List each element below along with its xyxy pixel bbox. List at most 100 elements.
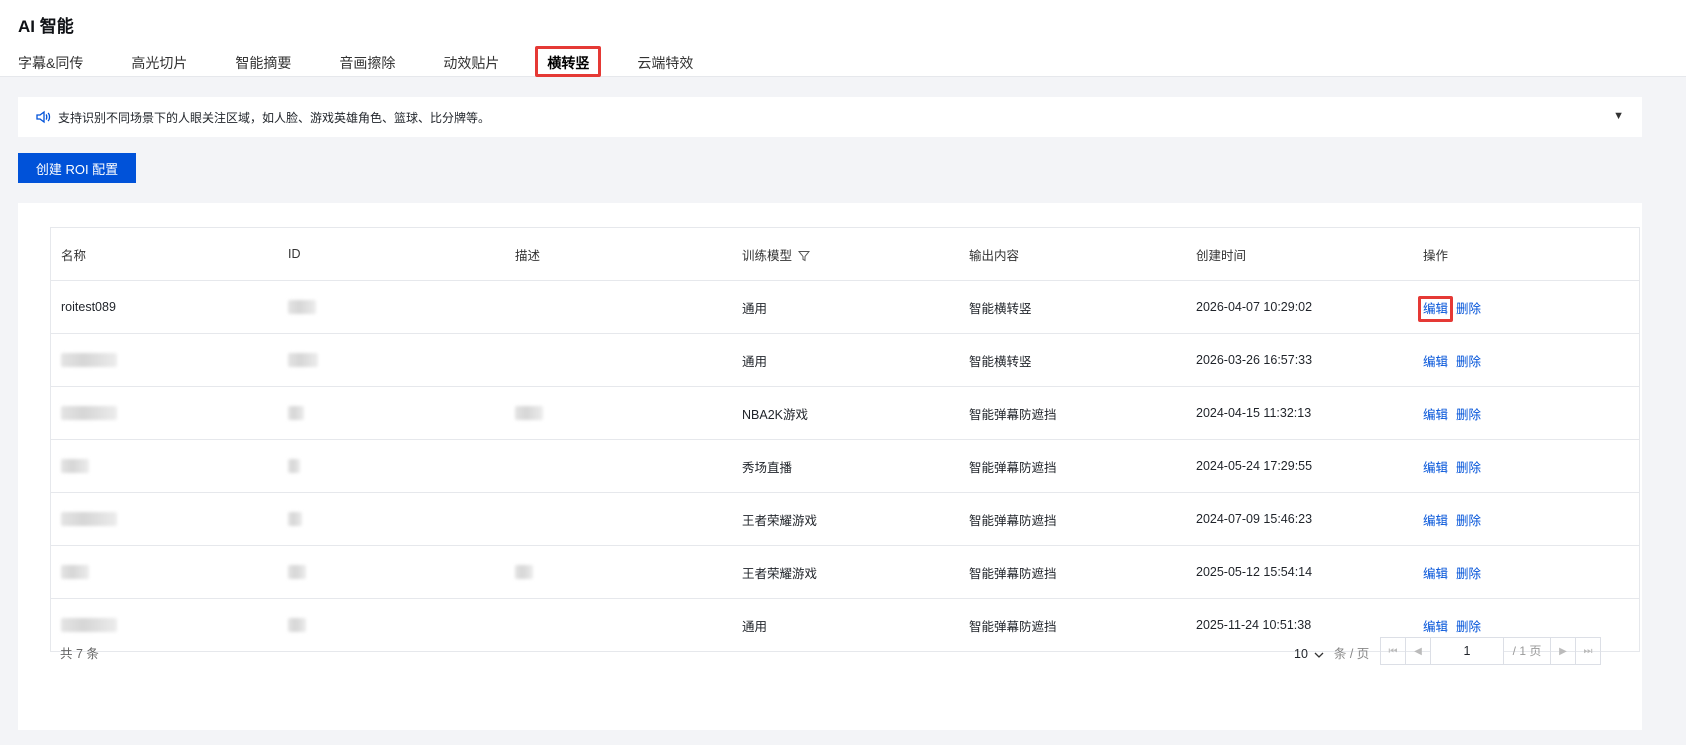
cell-actions: 编辑 删除 [1413,333,1640,387]
cell-model: 王者荣耀游戏 [732,492,959,546]
cell-created: 2026-04-07 10:29:02 [1186,280,1413,334]
redacted-id [288,459,300,474]
cell-description [505,333,732,387]
chevron-down-icon[interactable] [1311,647,1324,661]
next-page-icon[interactable]: ▶ [1551,638,1576,664]
cell-name [50,386,278,440]
notice-banner: 支持识别不同场景下的人眼关注区域，如人脸、游戏英雄角色、篮球、比分牌等。 ▼ [18,97,1642,137]
redacted-id [288,512,302,527]
edit-link[interactable]: 编辑 [1423,408,1448,422]
tab-highlight-clip[interactable]: 高光切片 [131,50,187,76]
pager: ⏮ ◀ / 1 页 ▶ ⏭ [1380,637,1601,665]
cell-actions: 编辑 删除 [1413,492,1640,546]
table-row: roitest089 通用 智能横转竖 2026-04-07 10:29:02 … [50,280,1640,334]
pagination-bar: 共 7 条 10 条 / 页 ⏮ ◀ / 1 页 ▶ ⏭ [50,633,1640,667]
last-page-icon[interactable]: ⏭ [1576,638,1600,664]
page-size-unit: 条 / 页 [1333,647,1370,661]
tab-animated-sticker[interactable]: 动效贴片 [443,50,499,76]
column-header-id: ID [278,227,505,281]
cell-output: 智能弹幕防遮挡 [959,545,1186,599]
page-number-input[interactable] [1431,638,1504,664]
cell-created: 2024-07-09 15:46:23 [1186,492,1413,546]
column-header-description: 描述 [505,227,732,281]
edit-link[interactable]: 编辑 [1423,514,1448,528]
cell-output: 智能横转竖 [959,333,1186,387]
delete-link[interactable]: 删除 [1456,620,1481,634]
cell-actions: 编辑 删除 [1413,386,1640,440]
edit-link[interactable]: 编辑 [1423,461,1448,475]
redacted-name [61,512,117,527]
table-row: 秀场直播 智能弹幕防遮挡 2024-05-24 17:29:55 编辑 删除 [50,439,1640,493]
cell-description [505,545,732,599]
roi-config-table: 名称 ID 描述 训练模型 输出内容 创建时间 操作 roitest089 通用… [50,227,1640,652]
total-pages: / 1 页 [1504,638,1551,664]
cell-description [505,280,732,334]
edit-link[interactable]: 编辑 [1423,355,1448,369]
redacted-name [61,406,117,421]
first-page-icon[interactable]: ⏮ [1381,638,1406,664]
delete-link[interactable]: 删除 [1456,461,1481,475]
cell-id [278,439,505,493]
column-header-model: 训练模型 [732,227,959,281]
column-header-name: 名称 [50,227,278,281]
redacted-description [515,406,543,421]
cell-created: 2024-04-15 11:32:13 [1186,386,1413,440]
redacted-id [288,565,306,580]
cell-output: 智能弹幕防遮挡 [959,439,1186,493]
cell-created: 2025-05-12 15:54:14 [1186,545,1413,599]
create-roi-config-button[interactable]: 创建 ROI 配置 [18,153,136,183]
cell-name [50,439,278,493]
cell-model: 通用 [732,280,959,334]
delete-link[interactable]: 删除 [1456,355,1481,369]
cell-description [505,386,732,440]
cell-name [50,492,278,546]
cell-output: 智能弹幕防遮挡 [959,386,1186,440]
edit-link[interactable]: 编辑 [1423,567,1448,581]
cell-id [278,280,505,334]
table-row: 通用 智能横转竖 2026-03-26 16:57:33 编辑 删除 [50,333,1640,387]
top-bar: AI 智能 字幕&同传 高光切片 智能摘要 音画擦除 动效贴片 横转竖 云端特效 [0,0,1686,77]
table-header-row: 名称 ID 描述 训练模型 输出内容 创建时间 操作 [50,227,1640,281]
tab-cloud-effects[interactable]: 云端特效 [637,50,693,76]
column-header-created: 创建时间 [1186,227,1413,281]
delete-link[interactable]: 删除 [1456,514,1481,528]
redacted-description [515,565,533,580]
redacted-id [288,618,306,633]
delete-link[interactable]: 删除 [1456,302,1481,316]
redacted-id [288,353,318,368]
notice-text: 支持识别不同场景下的人眼关注区域，如人脸、游戏英雄角色、篮球、比分牌等。 [58,110,491,125]
delete-link[interactable]: 删除 [1456,567,1481,581]
tab-subtitle-interpretation[interactable]: 字幕&同传 [18,50,83,76]
page-size-selector[interactable]: 10 条 / 页 [1294,643,1369,662]
cell-created: 2026-03-26 16:57:33 [1186,333,1413,387]
cell-id [278,545,505,599]
page-title: AI 智能 [18,17,74,36]
filter-icon[interactable] [797,250,811,262]
table-card: 名称 ID 描述 训练模型 输出内容 创建时间 操作 roitest089 通用… [18,203,1642,730]
cell-id [278,333,505,387]
cell-model: 通用 [732,333,959,387]
table-row: NBA2K游戏 智能弹幕防遮挡 2024-04-15 11:32:13 编辑 删除 [50,386,1640,440]
cell-description [505,439,732,493]
redacted-name [61,618,117,633]
edit-link[interactable]: 编辑 [1423,620,1448,634]
page-size-value[interactable]: 10 [1294,647,1308,661]
table-row: 王者荣耀游戏 智能弹幕防遮挡 2025-05-12 15:54:14 编辑 删除 [50,545,1640,599]
edit-link[interactable]: 编辑 [1423,302,1448,316]
table-row: 王者荣耀游戏 智能弹幕防遮挡 2024-07-09 15:46:23 编辑 删除 [50,492,1640,546]
delete-link[interactable]: 删除 [1456,408,1481,422]
tab-smart-summary[interactable]: 智能摘要 [235,50,291,76]
cell-actions: 编辑 删除 [1413,280,1640,334]
column-header-model-label: 训练模型 [742,248,793,263]
collapse-toggle-icon[interactable]: ▼ [1613,110,1624,122]
redacted-name [61,353,117,368]
column-header-output: 输出内容 [959,227,1186,281]
cell-id [278,492,505,546]
tab-landscape-to-portrait[interactable]: 横转竖 [535,46,602,77]
redacted-name [61,565,89,580]
redacted-id [288,300,316,315]
prev-page-icon[interactable]: ◀ [1406,638,1431,664]
cell-model: NBA2K游戏 [732,386,959,440]
cell-model: 王者荣耀游戏 [732,545,959,599]
tab-audio-video-erase[interactable]: 音画擦除 [339,50,395,76]
